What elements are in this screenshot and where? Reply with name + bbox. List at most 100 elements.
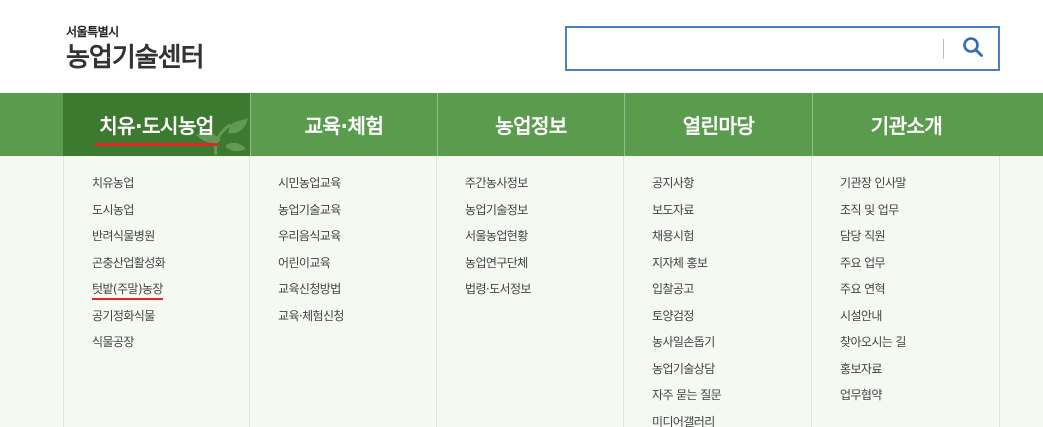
logo-subtitle: 서울특별시 [66, 25, 119, 39]
submenu-link[interactable]: 업무협약 [840, 388, 882, 402]
submenu-link[interactable]: 농업기술교육 [278, 203, 341, 217]
submenu-column-open-forum: 공지사항 보도자료 채용시험 지자체 홍보 입찰공고 토양검정 농사일손돕기 농… [624, 156, 812, 427]
list-item: 보도자료 [624, 201, 811, 228]
list-item: 치유농업 [64, 174, 249, 201]
list-item: 법령·도서정보 [437, 280, 623, 307]
submenu-link[interactable]: 시설안내 [840, 309, 882, 323]
nav-tab-about[interactable]: 기관소개 [813, 93, 1000, 156]
submenu-link[interactable]: 도시농업 [92, 203, 134, 217]
list-item: 시설안내 [812, 307, 999, 334]
list-item: 기관장 인사말 [812, 174, 999, 201]
list-item: 반려식물병원 [64, 227, 249, 254]
submenu-link[interactable]: 조직 및 업무 [840, 203, 899, 217]
submenu-link[interactable]: 공지사항 [652, 176, 694, 190]
nav-tab-education-experience[interactable]: 교육·체험 [251, 93, 437, 156]
submenu-link[interactable]: 반려식물병원 [92, 229, 155, 243]
nav-tab-open-forum[interactable]: 열린마당 [625, 93, 812, 156]
list-item: 홍보자료 [812, 360, 999, 387]
search-icon [962, 36, 984, 61]
submenu-column-agriculture-info: 주간농사정보 농업기술정보 서울농업현황 농업연구단체 법령·도서정보 [437, 156, 624, 427]
submenu-link[interactable]: 토양검정 [652, 309, 694, 323]
list-item: 농업기술교육 [250, 201, 436, 228]
list-item: 교육신청방법 [250, 280, 436, 307]
submenu-link[interactable]: 주요 업무 [840, 256, 886, 270]
submenu-link[interactable]: 식물공장 [92, 335, 134, 349]
submenu-link[interactable]: 담당 직원 [840, 229, 886, 243]
logo-title: 농업기술센터 [66, 43, 205, 73]
nav-tab-label: 열린마당 [682, 114, 755, 138]
submenu-link[interactable]: 채용시험 [652, 229, 694, 243]
list-item: 공기정화식물 [64, 307, 249, 334]
list-item: 주요 업무 [812, 254, 999, 281]
list-item: 시민농업교육 [250, 174, 436, 201]
list-item: 입찰공고 [624, 280, 811, 307]
submenu-link[interactable]: 법령·도서정보 [465, 282, 531, 296]
submenu-link[interactable]: 공기정화식물 [92, 309, 155, 323]
list-item: 농업기술정보 [437, 201, 623, 228]
submenu-link[interactable]: 농사일손돕기 [652, 335, 715, 349]
submenu-link[interactable]: 입찰공고 [652, 282, 694, 296]
list-item: 교육·체험신청 [250, 307, 436, 334]
list-item: 토양검정 [624, 307, 811, 334]
nav-tab-label: 치유·도시농업 [95, 110, 218, 146]
list-item: 업무협약 [812, 386, 999, 413]
main-nav: 치유·도시농업 교육·체험 농업정보 열린마당 기관소개 [0, 93, 1043, 156]
submenu-link[interactable]: 곤충산업활성화 [92, 256, 166, 270]
list-item: 텃밭(주말)농장 [64, 280, 249, 307]
list-item: 지자체 홍보 [624, 254, 811, 281]
submenu-link[interactable]: 교육신청방법 [278, 282, 341, 296]
submenu-link[interactable]: 교육·체험신청 [278, 309, 344, 323]
submenu-link[interactable]: 지자체 홍보 [652, 256, 708, 270]
list-item: 식물공장 [64, 333, 249, 360]
submenu-link[interactable]: 주간농사정보 [465, 176, 528, 190]
logo[interactable]: 서울특별시 농업기술센터 [66, 24, 205, 75]
submenu-link[interactable]: 자주 묻는 질문 [652, 388, 722, 402]
list-item: 곤충산업활성화 [64, 254, 249, 281]
submenu-link[interactable]: 찾아오시는 길 [840, 335, 906, 349]
submenu-link[interactable]: 농업기술정보 [465, 203, 528, 217]
list-item: 어린이교육 [250, 254, 436, 281]
submenu-link[interactable]: 미디어갤러리 [652, 415, 715, 427]
submenu-link[interactable]: 농업기술상담 [652, 362, 715, 376]
search-button[interactable] [948, 28, 998, 69]
nav-tab-label: 기관소개 [870, 114, 943, 138]
submenu-link[interactable]: 보도자료 [652, 203, 694, 217]
submenu-column-education-experience: 시민농업교육 농업기술교육 우리음식교육 어린이교육 교육신청방법 교육·체험신… [250, 156, 437, 427]
list-item: 자주 묻는 질문 [624, 386, 811, 413]
nav-tab-healing-urban-agriculture[interactable]: 치유·도시농업 [63, 93, 250, 156]
list-item: 채용시험 [624, 227, 811, 254]
search-input[interactable] [567, 28, 937, 69]
submenu-link[interactable]: 홍보자료 [840, 362, 882, 376]
submenu-link[interactable]: 농업연구단체 [465, 256, 528, 270]
list-item: 우리음식교육 [250, 227, 436, 254]
list-item: 담당 직원 [812, 227, 999, 254]
submenu-column-healing-urban-agriculture: 치유농업 도시농업 반려식물병원 곤충산업활성화 텃밭(주말)농장 공기정화식물… [63, 156, 250, 427]
nav-tab-agriculture-info[interactable]: 농업정보 [438, 93, 624, 156]
list-item: 주요 연혁 [812, 280, 999, 307]
nav-tab-label: 교육·체험 [304, 114, 384, 138]
list-item: 농업기술상담 [624, 360, 811, 387]
submenu-link[interactable]: 기관장 인사말 [840, 176, 906, 190]
submenu-link[interactable]: 우리음식교육 [278, 229, 341, 243]
list-item: 주간농사정보 [437, 174, 623, 201]
search-separator [943, 39, 944, 59]
list-item: 농업연구단체 [437, 254, 623, 281]
submenu-link[interactable]: 어린이교육 [278, 256, 331, 270]
list-item: 미디어갤러리 [624, 413, 811, 427]
list-item: 서울농업현황 [437, 227, 623, 254]
submenu-column-about: 기관장 인사말 조직 및 업무 담당 직원 주요 업무 주요 연혁 시설안내 찾… [812, 156, 1000, 427]
list-item: 공지사항 [624, 174, 811, 201]
submenu-link[interactable]: 서울농업현황 [465, 229, 528, 243]
list-item: 농사일손돕기 [624, 333, 811, 360]
submenu-link[interactable]: 주요 연혁 [840, 282, 886, 296]
header: 서울특별시 농업기술센터 [0, 0, 1043, 93]
submenu-link[interactable]: 치유농업 [92, 176, 134, 190]
list-item: 조직 및 업무 [812, 201, 999, 228]
mega-menu: 치유농업 도시농업 반려식물병원 곤충산업활성화 텃밭(주말)농장 공기정화식물… [0, 156, 1043, 427]
nav-tab-label: 농업정보 [495, 114, 567, 138]
list-item: 찾아오시는 길 [812, 333, 999, 360]
search-box [565, 26, 1000, 71]
submenu-link[interactable]: 시민농업교육 [278, 176, 341, 190]
submenu-link-active[interactable]: 텃밭(주말)농장 [92, 282, 163, 296]
list-item: 도시농업 [64, 201, 249, 228]
